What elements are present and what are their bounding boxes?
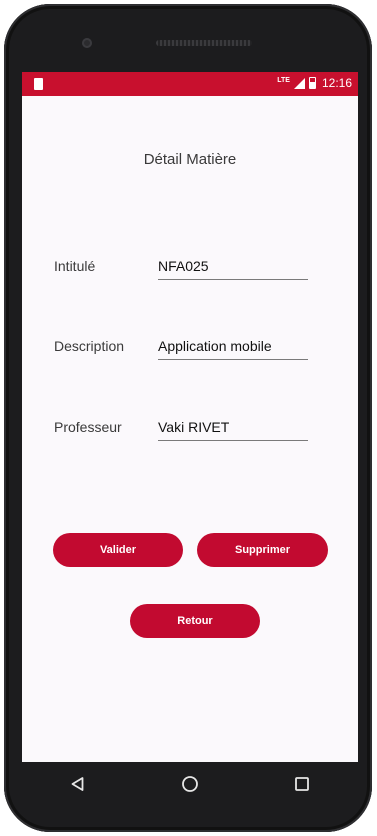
status-bar: LTE 12:16	[22, 72, 358, 96]
recents-icon	[295, 777, 309, 791]
front-camera	[82, 38, 92, 48]
system-nav-bar	[22, 762, 358, 806]
delete-button[interactable]: Supprimer	[197, 533, 328, 567]
intitule-field[interactable]	[158, 255, 308, 280]
back-button[interactable]: Retour	[130, 604, 260, 638]
app-screen: LTE 12:16 Détail Matière Intitulé Descri…	[22, 72, 358, 762]
validate-button[interactable]: Valider	[53, 533, 183, 567]
nav-back-button[interactable]	[53, 764, 103, 804]
page-title: Détail Matière	[143, 151, 237, 168]
description-field[interactable]	[158, 335, 308, 360]
nav-recents-button[interactable]	[277, 764, 327, 804]
battery-icon	[308, 77, 316, 89]
nav-home-button[interactable]	[165, 764, 215, 804]
professeur-field[interactable]	[158, 416, 308, 441]
sim-card-icon	[34, 78, 43, 90]
description-label: Description	[54, 338, 125, 354]
professeur-label: Professeur	[54, 419, 122, 435]
earpiece-speaker	[156, 40, 252, 46]
signal-icon	[293, 77, 305, 89]
back-icon	[71, 777, 84, 791]
intitule-label: Intitulé	[54, 258, 96, 274]
status-icons: LTE 12:16	[277, 76, 352, 90]
network-type-label: LTE	[277, 77, 290, 84]
status-time: 12:16	[321, 76, 352, 90]
home-icon	[182, 776, 198, 792]
